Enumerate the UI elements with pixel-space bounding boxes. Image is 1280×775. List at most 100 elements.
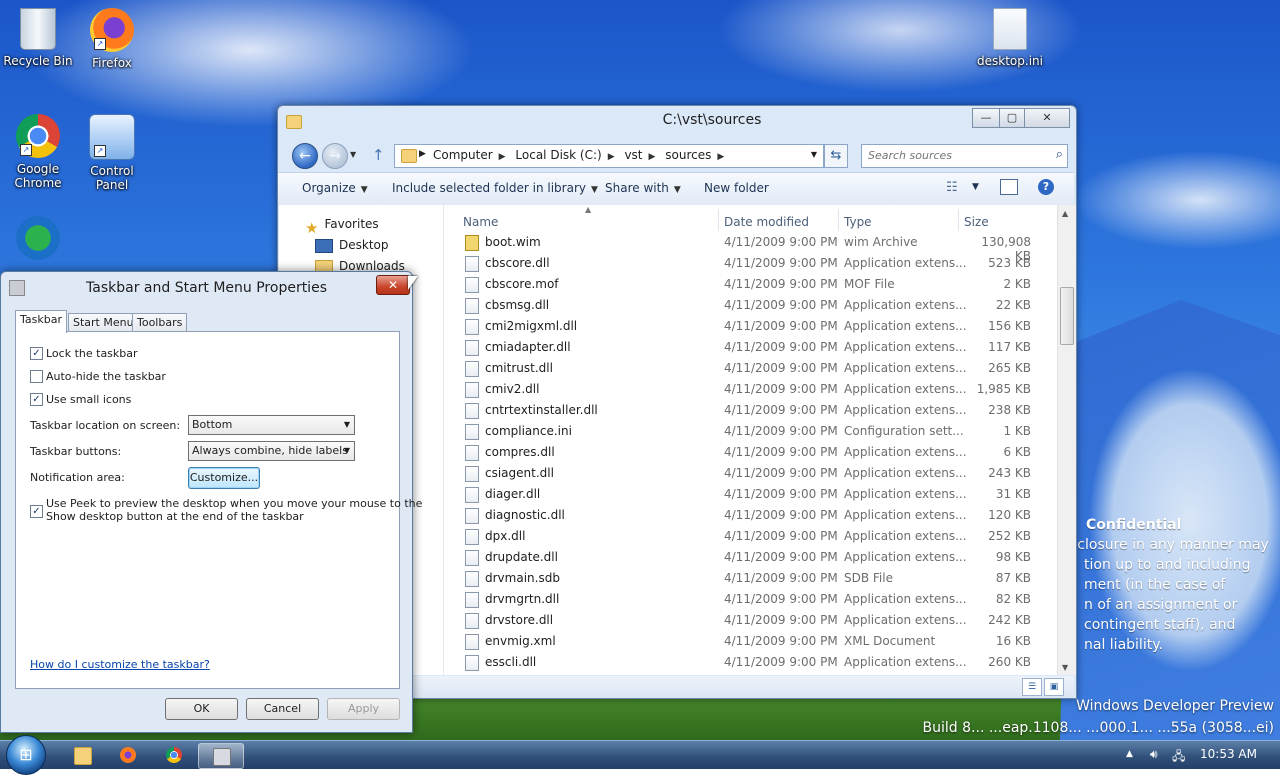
recent-pages-dropdown-icon[interactable]: ▼	[350, 150, 356, 159]
table-row[interactable]: dpx.dll 4/11/2009 9:00 PM Application exte…	[445, 526, 1057, 547]
volume-icon[interactable]: 🔊︎	[1150, 747, 1158, 762]
nav-desktop[interactable]: Desktop	[315, 238, 389, 253]
clock[interactable]: 10:53 AM	[1200, 747, 1257, 761]
breadcrumb-chevron-icon[interactable]: ▶	[419, 149, 426, 159]
network-icon[interactable]: 🖧︎	[1172, 747, 1185, 768]
location-select[interactable]: Bottom ▼	[188, 415, 355, 435]
lock-taskbar-label[interactable]: Lock the taskbar	[46, 347, 138, 360]
desktop-icon-firefox[interactable]: ↗ Firefox	[74, 8, 150, 70]
autohide-checkbox[interactable]	[30, 370, 43, 383]
scroll-up-icon[interactable]: ▲	[1062, 209, 1068, 218]
minimize-button[interactable]: —	[972, 108, 1000, 128]
table-row[interactable]: drvmgrtn.dll 4/11/2009 9:00 PM Application…	[445, 589, 1057, 610]
peek-label-line1[interactable]: Use Peek to preview the desktop when you…	[46, 497, 422, 510]
table-row[interactable]: compliance.ini 4/11/2009 9:00 PM Configura…	[445, 421, 1057, 442]
column-divider[interactable]	[838, 209, 839, 231]
table-row[interactable]: diager.dll 4/11/2009 9:00 PM Application e…	[445, 484, 1057, 505]
start-button[interactable]: ⊞	[6, 735, 46, 775]
desktop-icon-control-panel[interactable]: ↗ Control Panel	[74, 114, 150, 192]
ok-button[interactable]: OK	[165, 698, 238, 720]
customize-button[interactable]: Customize...	[188, 467, 260, 489]
table-row[interactable]: compres.dll 4/11/2009 9:00 PM Application …	[445, 442, 1057, 463]
share-with-menu[interactable]: Share with ▼	[605, 181, 681, 195]
search-icon[interactable]: ⌕	[1056, 147, 1063, 162]
table-row[interactable]: cmiadapter.dll 4/11/2009 9:00 PM Applicati…	[445, 337, 1057, 358]
large-icons-view-icon[interactable]: ▣	[1044, 678, 1064, 696]
table-row[interactable]: esscli.dll 4/11/2009 9:00 PM Application e…	[445, 652, 1057, 673]
tab-start-menu[interactable]: Start Menu	[68, 313, 139, 332]
forward-button[interactable]: →	[322, 143, 348, 169]
new-folder-button[interactable]: New folder	[704, 181, 769, 195]
table-row[interactable]: cbsmsg.dll 4/11/2009 9:00 PM Application e…	[445, 295, 1057, 316]
up-arrow-icon[interactable]: ↑	[372, 146, 385, 164]
address-dropdown-icon[interactable]: ▼	[811, 150, 817, 159]
desktop-icon-recycle-bin[interactable]: Recycle Bin	[0, 8, 76, 68]
table-row[interactable]: cbscore.dll 4/11/2009 9:00 PM Application …	[445, 253, 1057, 274]
view-dropdown-icon[interactable]: ▼	[972, 182, 979, 192]
table-row[interactable]: cmitrust.dll 4/11/2009 9:00 PM Application…	[445, 358, 1057, 379]
table-row[interactable]: csiagent.dll 4/11/2009 9:00 PM Application…	[445, 463, 1057, 484]
address-bar[interactable]: ▶ Computer ▶ Local Disk (C:) ▶ vst ▶ source…	[394, 144, 824, 168]
table-row[interactable]: drvmain.sdb 4/11/2009 9:00 PM SDB File 87 K…	[445, 568, 1057, 589]
table-row[interactable]: envmig.xml 4/11/2009 9:00 PM XML Document 1…	[445, 631, 1057, 652]
column-divider[interactable]	[718, 209, 719, 231]
peek-checkbox[interactable]: ✓	[30, 505, 43, 518]
organize-menu[interactable]: Organize ▼	[302, 181, 368, 195]
refresh-button[interactable]: ⇆	[824, 144, 848, 168]
breadcrumb-chevron-icon[interactable]: ▶	[499, 152, 506, 162]
search-box[interactable]: ⌕	[861, 144, 1068, 168]
column-header-name[interactable]: Name	[463, 215, 498, 229]
breadcrumb-local-disk[interactable]: Local Disk (C:)	[515, 148, 601, 162]
help-icon[interactable]: ?	[1038, 179, 1054, 195]
table-row[interactable]: drupdate.dll 4/11/2009 9:00 PM Application…	[445, 547, 1057, 568]
small-icons-checkbox[interactable]: ✓	[30, 393, 43, 406]
desktop-icon-app[interactable]	[0, 216, 76, 264]
taskbar-chrome-button[interactable]	[152, 743, 196, 767]
small-icons-label[interactable]: Use small icons	[46, 393, 131, 406]
autohide-label[interactable]: Auto-hide the taskbar	[46, 370, 166, 383]
scroll-down-icon[interactable]: ▼	[1062, 663, 1068, 672]
search-input[interactable]	[866, 148, 1045, 163]
details-view-icon[interactable]: ☰	[1022, 678, 1042, 696]
table-row[interactable]: cmiv2.dll 4/11/2009 9:00 PM Application ex…	[445, 379, 1057, 400]
apply-button[interactable]: Apply	[327, 698, 400, 720]
peek-label-line2[interactable]: Show desktop button at the end of the ta…	[46, 510, 304, 523]
column-divider[interactable]	[958, 209, 959, 231]
table-row[interactable]: cbscore.mof 4/11/2009 9:00 PM MOF File 2 KB	[445, 274, 1057, 295]
vertical-scrollbar[interactable]: ▲ ▼	[1057, 205, 1076, 675]
desktop-icon-desktop-ini[interactable]: desktop.ini	[972, 8, 1048, 68]
nav-favorites[interactable]: ★ Favorites	[305, 217, 379, 237]
breadcrumb-chevron-icon[interactable]: ▶	[717, 152, 724, 162]
breadcrumb-chevron-icon[interactable]: ▶	[649, 152, 656, 162]
desktop-icon-google-chrome[interactable]: ↗ Google Chrome	[0, 114, 76, 190]
table-row[interactable]: drvstore.dll 4/11/2009 9:00 PM Application…	[445, 610, 1057, 631]
table-row[interactable]: diagnostic.dll 4/11/2009 9:00 PM Applicati…	[445, 505, 1057, 526]
scroll-thumb[interactable]	[1060, 287, 1074, 345]
taskbar-properties-button[interactable]	[198, 743, 244, 769]
breadcrumb-computer[interactable]: Computer	[433, 148, 493, 162]
table-row[interactable]: boot.wim 4/11/2009 9:00 PM wim Archive 130,…	[445, 232, 1057, 263]
column-header-size[interactable]: Size	[964, 215, 989, 229]
cancel-button[interactable]: Cancel	[246, 698, 319, 720]
back-button[interactable]: ←	[292, 143, 318, 169]
help-customize-link[interactable]: How do I customize the taskbar?	[30, 658, 210, 671]
view-options-icon[interactable]: ☷	[946, 180, 958, 195]
column-header-type[interactable]: Type	[844, 215, 872, 229]
taskbar-buttons-select[interactable]: Always combine, hide labels ▼	[188, 441, 355, 461]
breadcrumb-sources[interactable]: sources	[665, 148, 711, 162]
taskbar-explorer-button[interactable]	[60, 743, 104, 767]
lock-taskbar-checkbox[interactable]: ✓	[30, 347, 43, 360]
explorer-titlebar[interactable]: C:\vst\sources — ▢ ✕	[278, 106, 1076, 138]
maximize-button[interactable]: ▢	[999, 108, 1025, 128]
column-header-date[interactable]: Date modified	[724, 215, 809, 229]
breadcrumb-vst[interactable]: vst	[624, 148, 642, 162]
tab-taskbar[interactable]: Taskbar	[15, 310, 67, 333]
include-in-library-menu[interactable]: Include selected folder in library ▼	[392, 181, 598, 195]
close-button[interactable]: ✕	[1024, 108, 1070, 128]
table-row[interactable]: cmi2migxml.dll 4/11/2009 9:00 PM Applicati…	[445, 316, 1057, 337]
show-hidden-icons-icon[interactable]: ▲	[1126, 749, 1133, 759]
dialog-close-button[interactable]: ✕	[376, 275, 410, 295]
tab-toolbars[interactable]: Toolbars	[132, 313, 188, 332]
table-row[interactable]: cntrtextinstaller.dll 4/11/2009 9:00 PM Ap…	[445, 400, 1057, 421]
preview-pane-icon[interactable]	[1000, 179, 1018, 195]
